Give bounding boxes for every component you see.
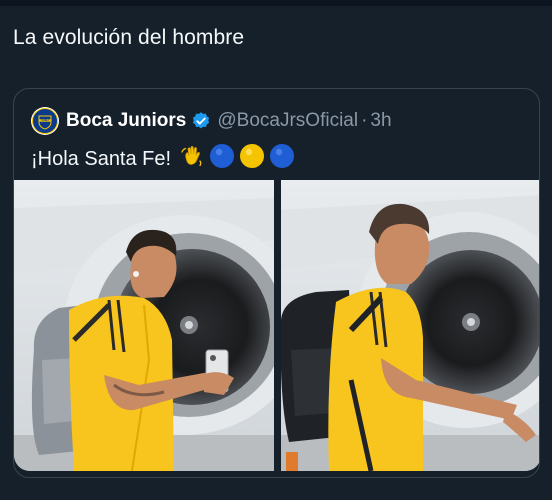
quoted-tweet-text-row: ¡Hola Santa Fe! (31, 144, 299, 174)
top-bar (0, 0, 552, 6)
quoted-tweet-text: ¡Hola Santa Fe! (31, 147, 172, 170)
blue-circle-icon (209, 143, 235, 175)
crest-letters: CABJ (41, 118, 49, 122)
boca-juniors-avatar[interactable]: CABJ (31, 107, 59, 135)
player-photo-left-icon (14, 180, 274, 471)
player-photo-right-icon (281, 180, 539, 471)
emoji-row (179, 143, 299, 175)
yellow-circle-icon (239, 143, 265, 175)
separator-dot: · (361, 110, 368, 131)
account-name[interactable]: Boca Juniors (66, 110, 186, 132)
quoted-tweet-card[interactable]: CABJ Boca Juniors @BocaJrsOficial · 3h ¡… (13, 88, 540, 478)
boca-crest-icon: CABJ (32, 108, 58, 134)
verified-badge-icon (191, 111, 211, 131)
timestamp[interactable]: 3h (370, 110, 391, 132)
media-divider (274, 180, 281, 471)
media-image-left[interactable] (14, 180, 274, 471)
account-handle[interactable]: @BocaJrsOficial (217, 110, 358, 132)
post-text: La evolución del hombre (13, 26, 245, 49)
quoted-tweet-header: CABJ Boca Juniors @BocaJrsOficial · 3h (31, 106, 392, 136)
media-image-right[interactable] (281, 180, 539, 471)
waving-hand-icon (179, 143, 205, 175)
blue-circle-icon (269, 143, 295, 175)
